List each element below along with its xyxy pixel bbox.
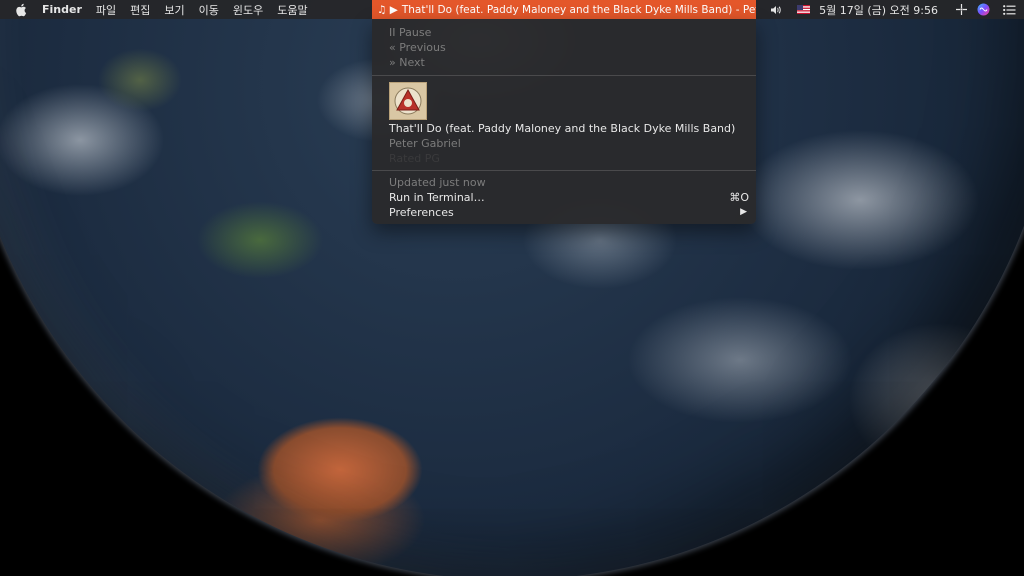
now-playing-menu-extra[interactable]: ♫ ▶ That'll Do (feat. Paddy Maloney and … [372,0,756,19]
music-note-play-icon: ♫ ▶ [377,3,398,16]
track-artist: Peter Gabriel [389,137,461,150]
menu-file[interactable]: 파일 [96,2,116,18]
now-playing-dropdown-menu: II Pause « Previous » Next That'll Do (f… [372,19,756,224]
menu-window[interactable]: 윈도우 [233,2,263,18]
menu-separator [372,75,756,76]
now-playing-text: That'll Do (feat. Paddy Maloney and the … [401,3,756,16]
menu-separator [372,170,756,171]
track-album: Rated PG [389,152,440,165]
apple-icon[interactable] [14,2,28,18]
menu-edit[interactable]: 편집 [130,2,150,18]
us-flag-input-icon[interactable] [787,0,819,19]
track-title: That'll Do (feat. Paddy Maloney and the … [389,122,736,135]
menu-bar: Finder 파일 편집 보기 이동 윈도우 도움말 ♫ ▶ That'll D… [0,0,1024,19]
menu-bar-clock[interactable]: 5월 17일 (금) 오전 9:56 [819,2,938,18]
menu-view[interactable]: 보기 [164,2,184,18]
run-in-terminal-shortcut: ⌘O [729,191,749,204]
volume-icon[interactable] [765,0,787,19]
run-in-terminal-menu-item[interactable]: Run in Terminal… [389,190,485,205]
pause-menu-item[interactable]: II Pause [389,25,431,40]
airplay-icon[interactable] [950,0,972,19]
menu-app-finder[interactable]: Finder [42,3,82,16]
updated-status: Updated just now [389,176,486,189]
notification-center-icon[interactable] [994,0,1024,19]
menu-go[interactable]: 이동 [199,2,219,18]
album-art [389,82,427,120]
preferences-menu-item[interactable]: Preferences [389,205,454,220]
siri-icon[interactable] [972,0,994,19]
next-menu-item[interactable]: » Next [389,55,425,70]
desktop: Finder 파일 편집 보기 이동 윈도우 도움말 ♫ ▶ That'll D… [0,0,1024,576]
menu-help[interactable]: 도움말 [277,2,307,18]
previous-menu-item[interactable]: « Previous [389,40,446,55]
submenu-arrow-icon: ▶ [740,207,747,217]
